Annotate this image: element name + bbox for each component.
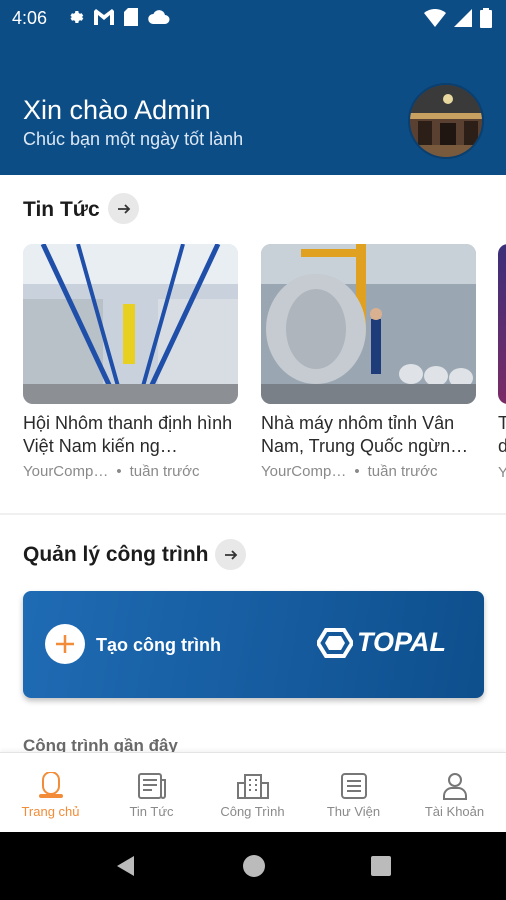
status-right-icons xyxy=(424,8,492,28)
news-time: tuần trước xyxy=(129,463,200,480)
settings-icon xyxy=(70,11,84,23)
wifi-icon xyxy=(424,9,446,27)
bottom-nav: Trang chủ Tin Tức Công Trình Thư Viện Tà… xyxy=(0,752,506,832)
news-more-button[interactable] xyxy=(108,193,139,224)
nav-label-library: Thư Viện xyxy=(326,804,381,819)
nav-item-home[interactable]: Trang chủ xyxy=(0,753,101,833)
nav-item-news[interactable]: Tin Tức xyxy=(101,753,202,833)
create-project-label: Tạo công trình xyxy=(96,635,221,655)
building-icon xyxy=(236,771,270,801)
news-section-title: Tin Tức xyxy=(23,198,100,221)
news-card[interactable]: Hội Nhôm thanh định hình Việt Nam kiến n… xyxy=(23,244,238,480)
news-time: tuần trước xyxy=(367,463,438,480)
topal-mark-icon xyxy=(317,627,353,658)
status-bar: 4:06 xyxy=(0,0,506,36)
system-nav-bar xyxy=(0,832,506,900)
back-icon[interactable] xyxy=(114,854,138,878)
news-title: Nhà máy nhôm tỉnh Vân Nam, Trung Quốc ng… xyxy=(261,413,469,456)
nav-item-projects[interactable]: Công Trình xyxy=(202,753,303,833)
partial-news-title: T d xyxy=(498,413,506,456)
news-image xyxy=(261,244,476,404)
cloud-icon xyxy=(148,10,170,24)
app-header: 4:06 Xin chào Admin Chúc bạn một ngày tố… xyxy=(0,0,506,175)
sd-card-icon xyxy=(124,8,138,26)
topal-logo: TOPAL xyxy=(317,627,446,658)
avatar[interactable] xyxy=(408,83,484,159)
recents-icon[interactable] xyxy=(370,855,392,877)
partial-news-source: Y xyxy=(498,464,506,481)
signal-icon xyxy=(454,9,472,27)
plus-icon xyxy=(45,624,85,664)
meta-dot: • xyxy=(116,463,122,480)
arrow-right-icon xyxy=(224,549,237,560)
section-divider xyxy=(0,513,506,515)
account-icon xyxy=(441,771,469,801)
nav-item-library[interactable]: Thư Viện xyxy=(303,753,404,833)
nav-label-home: Trang chủ xyxy=(21,804,80,819)
newspaper-icon xyxy=(137,771,167,801)
brand-name: TOPAL xyxy=(357,627,447,657)
news-card-partial[interactable] xyxy=(498,244,506,404)
greeting-subtitle: Chúc bạn một ngày tốt lành xyxy=(23,129,244,149)
avatar-image xyxy=(410,85,482,157)
nav-item-account[interactable]: Tài Khoản xyxy=(404,753,505,833)
projects-more-button[interactable] xyxy=(215,539,246,570)
create-project-card[interactable]: Tạo công trình TOPAL xyxy=(23,591,484,698)
status-time: 4:06 xyxy=(12,8,48,28)
news-source: YourComp… xyxy=(23,463,109,480)
nav-label-news: Tin Tức xyxy=(129,804,174,819)
battery-icon xyxy=(480,8,492,28)
gmail-icon xyxy=(94,9,114,25)
nav-label-account: Tài Khoản xyxy=(424,804,485,819)
arrow-right-icon xyxy=(117,203,130,214)
news-meta: YourComp… • tuần trước xyxy=(261,463,476,480)
news-card[interactable]: Nhà máy nhôm tỉnh Vân Nam, Trung Quốc ng… xyxy=(261,244,476,480)
meta-dot: • xyxy=(354,463,360,480)
greeting-title: Xin chào Admin xyxy=(23,95,211,125)
news-source: YourComp… xyxy=(261,463,347,480)
news-image xyxy=(23,244,238,404)
news-title: Hội Nhôm thanh định hình Việt Nam kiến n… xyxy=(23,413,233,456)
home-circle-icon[interactable] xyxy=(242,854,266,878)
home-icon xyxy=(36,771,66,801)
projects-section-title: Quản lý công trình xyxy=(23,543,209,566)
nav-label-projects: Công Trình xyxy=(220,804,285,819)
status-left-icons xyxy=(66,8,170,26)
library-icon xyxy=(340,771,368,801)
news-meta: YourComp… • tuần trước xyxy=(23,463,238,480)
